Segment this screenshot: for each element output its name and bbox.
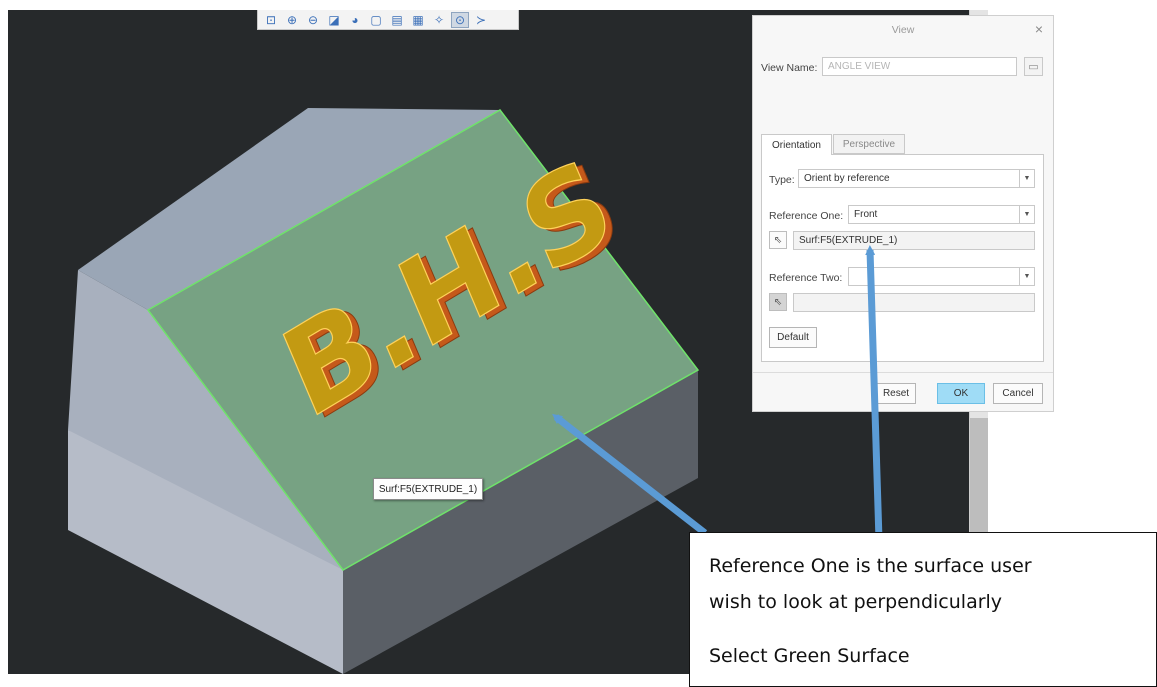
- view-name-label: View Name:: [761, 62, 818, 74]
- view-manager-icon[interactable]: ▢: [367, 12, 385, 28]
- reference-one-label: Reference One:: [769, 210, 844, 222]
- type-label: Type:: [769, 174, 795, 186]
- save-icon[interactable]: ▭: [1024, 57, 1043, 76]
- selection-tooltip: Surf:F5(EXTRUDE_1): [373, 478, 483, 500]
- callout-line-3: Select Green Surface: [709, 645, 910, 667]
- dialog-title: View: [891, 24, 915, 36]
- zoom-fit-icon[interactable]: ⊡: [262, 12, 280, 28]
- reference-one-value: Front: [854, 209, 878, 220]
- spin-center-icon[interactable]: ⊙: [451, 11, 469, 28]
- graphics-toolbar: ⊡ ⊕ ⊖ ◪ ◕ ▢ ▤ ▦ ✧ ⊙ ≻: [257, 10, 519, 30]
- type-dropdown-value: Orient by reference: [804, 173, 890, 184]
- right-strip-block: [970, 418, 988, 538]
- chevron-down-icon[interactable]: ▼: [1019, 268, 1034, 285]
- datum-display-icon[interactable]: ▦: [409, 12, 427, 28]
- ok-button[interactable]: OK: [937, 383, 985, 404]
- reference-one-collector[interactable]: Surf:F5(EXTRUDE_1): [793, 231, 1035, 250]
- chevron-down-icon[interactable]: ▼: [1019, 170, 1034, 187]
- reference-one-dropdown[interactable]: Front ▼: [848, 205, 1035, 224]
- callout-line-1: Reference One is the surface user: [709, 555, 1032, 577]
- display-style-icon[interactable]: ◕: [346, 12, 364, 28]
- cancel-button[interactable]: Cancel: [993, 383, 1043, 404]
- tab-orientation[interactable]: Orientation: [761, 134, 832, 155]
- zoom-in-icon[interactable]: ⊕: [283, 12, 301, 28]
- type-dropdown[interactable]: Orient by reference ▼: [798, 169, 1035, 188]
- view-dialog: View × View Name: ANGLE VIEW ▭ Orientati…: [752, 15, 1054, 412]
- reference-one-select-icon[interactable]: ⇖: [769, 231, 787, 249]
- callout-line-2: wish to look at perpendicularly: [709, 591, 1003, 613]
- more-icon[interactable]: ≻: [472, 12, 490, 28]
- reference-two-select-icon[interactable]: ⇖: [769, 293, 787, 311]
- default-button[interactable]: Default: [769, 327, 817, 348]
- tab-perspective[interactable]: Perspective: [833, 134, 905, 154]
- close-icon[interactable]: ×: [1035, 21, 1043, 37]
- dialog-separator: [753, 372, 1053, 373]
- zoom-out-icon[interactable]: ⊖: [304, 12, 322, 28]
- reference-two-label: Reference Two:: [769, 272, 843, 284]
- orientation-panel: Type: Orient by reference ▼ Reference On…: [761, 154, 1044, 362]
- reference-two-dropdown[interactable]: ▼: [848, 267, 1035, 286]
- reference-two-collector[interactable]: [793, 293, 1035, 312]
- annotation-callout: Reference One is the surface user wish t…: [689, 532, 1157, 687]
- annotation-icon[interactable]: ✧: [430, 12, 448, 28]
- chevron-down-icon[interactable]: ▼: [1019, 206, 1034, 223]
- view-name-field[interactable]: ANGLE VIEW: [822, 57, 1017, 76]
- reset-button[interactable]: Reset: [876, 383, 916, 404]
- saved-orientations-icon[interactable]: ▤: [388, 12, 406, 28]
- repaint-icon[interactable]: ◪: [325, 12, 343, 28]
